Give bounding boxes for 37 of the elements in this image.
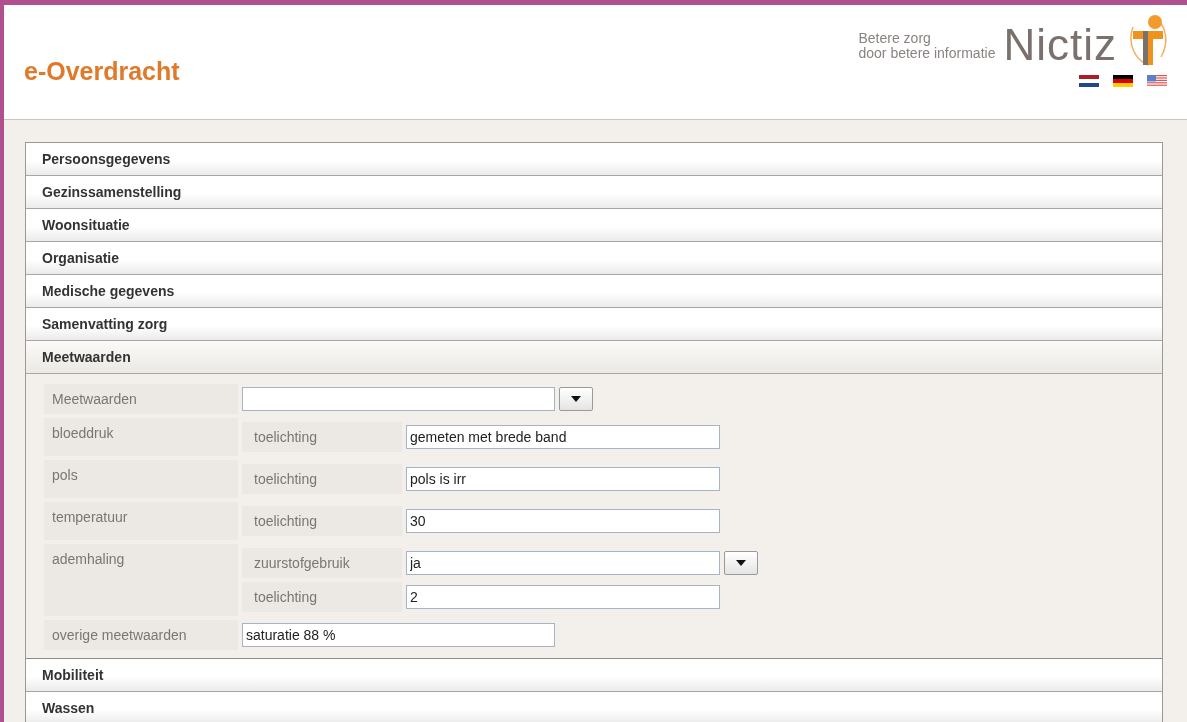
section-header[interactable]: Samenvatting zorg xyxy=(26,308,1162,341)
tagline-text: Betere zorg xyxy=(858,31,932,46)
logo-text: Nictiz xyxy=(1003,23,1117,67)
section-header[interactable]: Wassen xyxy=(26,692,1162,722)
flag-icon[interactable] xyxy=(1079,75,1099,87)
field-label: toelichting xyxy=(242,422,402,452)
field-label: toelichting xyxy=(242,506,402,536)
dropdown-button[interactable] xyxy=(724,551,758,575)
section-header[interactable]: Woonsituatie xyxy=(26,209,1162,242)
text-field[interactable]: 30 xyxy=(406,509,720,533)
field-label: ademhaling xyxy=(44,544,238,616)
dropdown-button[interactable] xyxy=(559,387,593,411)
select-field[interactable] xyxy=(242,387,555,411)
field-label: temperatuur xyxy=(44,502,238,540)
section-header[interactable]: Organisatie xyxy=(26,242,1162,275)
section-header[interactable]: Medische gegevens xyxy=(26,275,1162,308)
section-header[interactable]: Persoonsgegevens xyxy=(26,143,1162,176)
field-label: toelichting xyxy=(242,464,402,494)
section-header[interactable]: Meetwaarden xyxy=(26,341,1162,374)
flag-icon[interactable] xyxy=(1113,75,1133,87)
text-field[interactable]: pols is irr xyxy=(406,467,720,491)
caret-icon xyxy=(571,396,581,402)
field-label: zuurstofgebruik xyxy=(242,548,402,578)
section-header[interactable]: Mobiliteit xyxy=(26,659,1162,692)
field-label: Meetwaarden xyxy=(44,384,238,414)
text-field[interactable]: saturatie 88 % xyxy=(242,623,555,647)
section-header[interactable]: Gezinssamenstelling xyxy=(26,176,1162,209)
tagline-text: door betere informatie xyxy=(858,46,996,61)
field-label: overige meetwaarden xyxy=(44,620,238,650)
text-field[interactable]: gemeten met brede band xyxy=(406,425,720,449)
field-label: toelichting xyxy=(242,582,402,612)
field-label: pols xyxy=(44,460,238,498)
select-field[interactable]: ja xyxy=(406,551,720,575)
text-field[interactable]: 2 xyxy=(406,585,720,609)
app-title: e-Overdracht xyxy=(24,57,180,86)
field-label: bloeddruk xyxy=(44,418,238,456)
caret-icon xyxy=(736,560,746,566)
